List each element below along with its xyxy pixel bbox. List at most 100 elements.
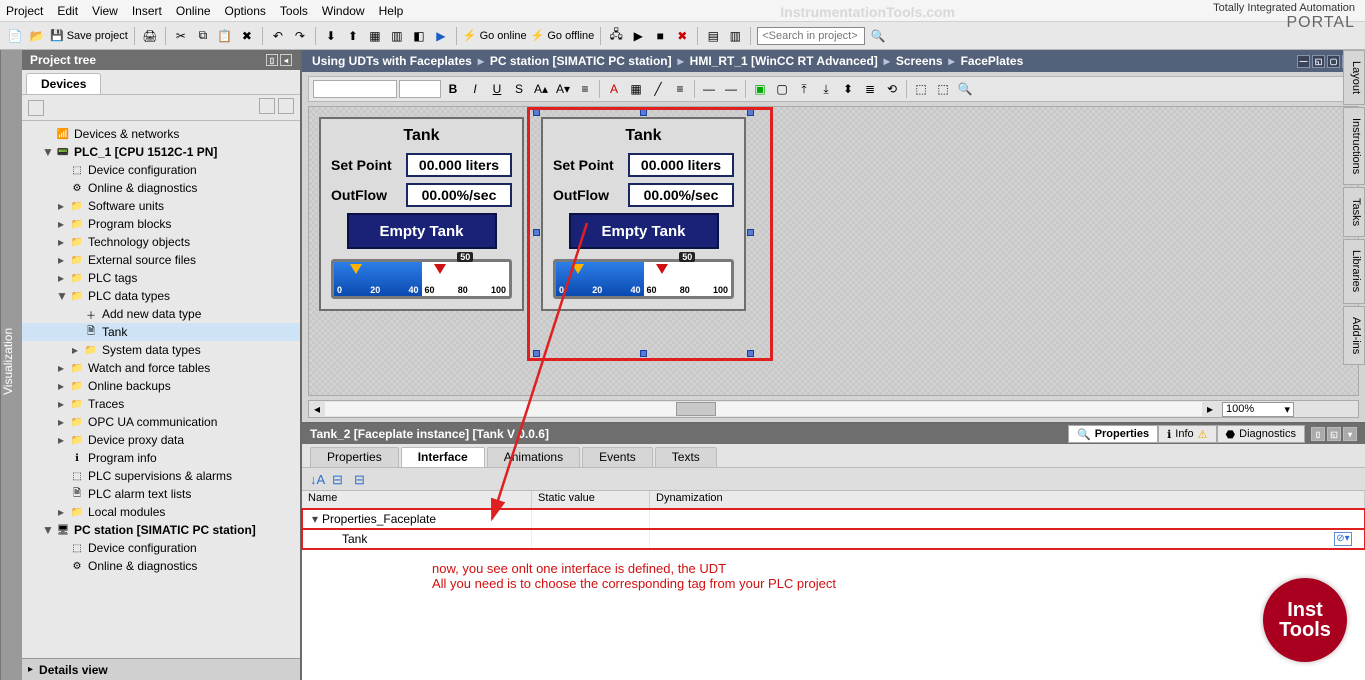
tree-item[interactable]: ▸📁OPC UA communication (22, 413, 300, 431)
side-tab-tasks[interactable]: Tasks (1343, 187, 1365, 237)
start-cpu-icon[interactable]: ▶ (629, 27, 647, 45)
menu-view[interactable]: View (92, 4, 118, 18)
undo-icon[interactable]: ↶ (269, 27, 287, 45)
collapse-all-icon[interactable]: ⊟ (354, 472, 370, 486)
tree-item[interactable]: 📶Devices & networks (22, 125, 300, 143)
project-tree[interactable]: 📶Devices & networks▼📟PLC_1 [CPU 1512C-1 … (22, 121, 300, 658)
tree-item[interactable]: ▸📁Traces (22, 395, 300, 413)
side-tab-libraries[interactable]: Libraries (1343, 239, 1365, 303)
tree-item[interactable]: ＋Add new data type (22, 305, 300, 323)
paste-icon[interactable]: 📋 (216, 27, 234, 45)
new-project-icon[interactable]: 📄 (6, 27, 24, 45)
editor-minimize-icon[interactable]: — (1297, 55, 1310, 68)
tree-item[interactable]: ℹProgram info (22, 449, 300, 467)
breadcrumb-1[interactable]: PC station [SIMATIC PC station] (490, 54, 672, 68)
delete-icon[interactable]: ✖ (238, 27, 256, 45)
print-icon[interactable]: 🖨 (141, 27, 159, 45)
fp2-empty-tank-button[interactable]: Empty Tank (569, 213, 719, 249)
subtab-animations[interactable]: Animations (487, 447, 580, 467)
faceplate-tank-2[interactable]: Tank Set Point 00.000 liters OutFlow 00.… (541, 117, 746, 311)
panel-pin-icon[interactable]: ◂ (280, 54, 292, 66)
split-v-icon[interactable]: ▥ (726, 27, 744, 45)
font-size-select[interactable] (399, 80, 441, 98)
line-style-icon[interactable]: ≡ (670, 79, 690, 99)
font-grow-icon[interactable]: A▴ (531, 79, 551, 99)
search-go-icon[interactable]: 🔍 (869, 27, 887, 45)
tree-item[interactable]: ▸📁Local modules (22, 503, 300, 521)
bring-front-icon[interactable]: ▣ (750, 79, 770, 99)
details-view-bar[interactable]: ▸ Details view (22, 658, 300, 680)
accessible-devices-icon[interactable]: 🖧 (607, 27, 625, 45)
font-color-icon[interactable]: A (604, 79, 624, 99)
menu-help[interactable]: Help (379, 4, 404, 18)
fp1-empty-tank-button[interactable]: Empty Tank (347, 213, 497, 249)
send-back-icon[interactable]: ▢ (772, 79, 792, 99)
menu-window[interactable]: Window (322, 4, 365, 18)
tree-item[interactable]: 🗎Tank (22, 323, 300, 341)
align-vcenter-icon[interactable]: ⬍ (838, 79, 858, 99)
tree-item[interactable]: ▸📁Technology objects (22, 233, 300, 251)
tree-twisty-icon[interactable]: ▸ (56, 415, 66, 429)
devices-tab[interactable]: Devices (26, 73, 101, 94)
tree-twisty-icon[interactable]: ▸ (56, 253, 66, 267)
menu-project[interactable]: Project (6, 4, 43, 18)
expand-all-icon[interactable]: ⊟ (332, 472, 348, 486)
fp2-outflow-value[interactable]: 00.00%/sec (628, 183, 734, 207)
open-project-icon[interactable]: 📂 (28, 27, 46, 45)
split-h-icon[interactable]: ▤ (704, 27, 722, 45)
go-offline-button[interactable]: ⚡ Go offline (531, 29, 595, 42)
fp2-setpoint-value[interactable]: 00.000 liters (628, 153, 734, 177)
fp1-setpoint-value[interactable]: 00.000 liters (406, 153, 512, 177)
inspector-tab-diagnostics[interactable]: ⬣Diagnostics (1217, 425, 1305, 443)
details-expand-icon[interactable]: ▸ (28, 664, 33, 675)
go-online-button[interactable]: ⚡ Go online (463, 29, 527, 42)
align-bottom-icon[interactable]: ⤓ (816, 79, 836, 99)
vline-icon[interactable]: — (721, 79, 741, 99)
interface-row-tank[interactable]: Tank ⊘▾ (302, 529, 1365, 549)
ungroup-icon[interactable]: ⬚ (933, 79, 953, 99)
zoom-tool-icon[interactable]: 🔍 (955, 79, 975, 99)
compile-icon[interactable]: ▦ (366, 27, 384, 45)
inspector-tab-info[interactable]: ℹInfo⚠ (1158, 425, 1216, 443)
tree-tool-icon-2[interactable] (278, 98, 294, 114)
tree-twisty-icon[interactable]: ▸ (56, 361, 66, 375)
interface-table[interactable]: Name Static value Dynamization ▾Properti… (302, 490, 1365, 680)
group-icon[interactable]: ⬚ (911, 79, 931, 99)
breadcrumb-0[interactable]: Using UDTs with Faceplates (312, 54, 472, 68)
tree-item[interactable]: ▸📁Program blocks (22, 215, 300, 233)
underline-button[interactable]: U (487, 79, 507, 99)
sim-icon[interactable]: ◧ (410, 27, 428, 45)
rt-icon[interactable]: ▶ (432, 27, 450, 45)
editor-restore-icon[interactable]: ◱ (1312, 55, 1325, 68)
copy-icon[interactable]: ⧉ (194, 27, 212, 45)
scroll-left-icon[interactable]: ◂ (309, 402, 325, 416)
tree-twisty-icon[interactable]: ▸ (56, 217, 66, 231)
italic-button[interactable]: I (465, 79, 485, 99)
tree-twisty-icon[interactable]: ▸ (56, 433, 66, 447)
tree-twisty-icon[interactable]: ▸ (56, 199, 66, 213)
scroll-right-icon[interactable]: ▸ (1202, 402, 1218, 416)
tree-item[interactable]: ▸📁System data types (22, 341, 300, 359)
tree-item[interactable]: ⬚Device configuration (22, 539, 300, 557)
tree-item[interactable]: ▸📁External source files (22, 251, 300, 269)
col-header-name[interactable]: Name (302, 491, 532, 508)
tree-item[interactable]: ▸📁PLC tags (22, 269, 300, 287)
menu-online[interactable]: Online (176, 4, 211, 18)
zoom-select[interactable]: 100%▾ (1222, 402, 1294, 417)
inspector-restore-icon[interactable]: ◱ (1327, 427, 1341, 441)
col-header-dynamization[interactable]: Dynamization (650, 491, 1365, 508)
tree-item[interactable]: ⚙Online & diagnostics (22, 557, 300, 575)
search-input[interactable] (757, 27, 865, 45)
row-expand-icon[interactable]: ▾ (308, 512, 322, 526)
tree-item[interactable]: ▸📁Watch and force tables (22, 359, 300, 377)
align-left-icon[interactable]: ≡ (575, 79, 595, 99)
editor-maximize-icon[interactable]: ▢ (1327, 55, 1340, 68)
tree-item[interactable]: ▸📁Software units (22, 197, 300, 215)
tree-twisty-icon[interactable]: ▼ (42, 523, 52, 537)
subtab-texts[interactable]: Texts (655, 447, 717, 467)
tree-twisty-icon[interactable]: ▸ (56, 397, 66, 411)
tree-item[interactable]: ▸📁Online backups (22, 377, 300, 395)
subtab-properties[interactable]: Properties (310, 447, 399, 467)
screen-canvas[interactable]: Tank Set Point 00.000 liters OutFlow 00.… (308, 106, 1359, 396)
side-tab-layout[interactable]: Layout (1343, 50, 1365, 105)
